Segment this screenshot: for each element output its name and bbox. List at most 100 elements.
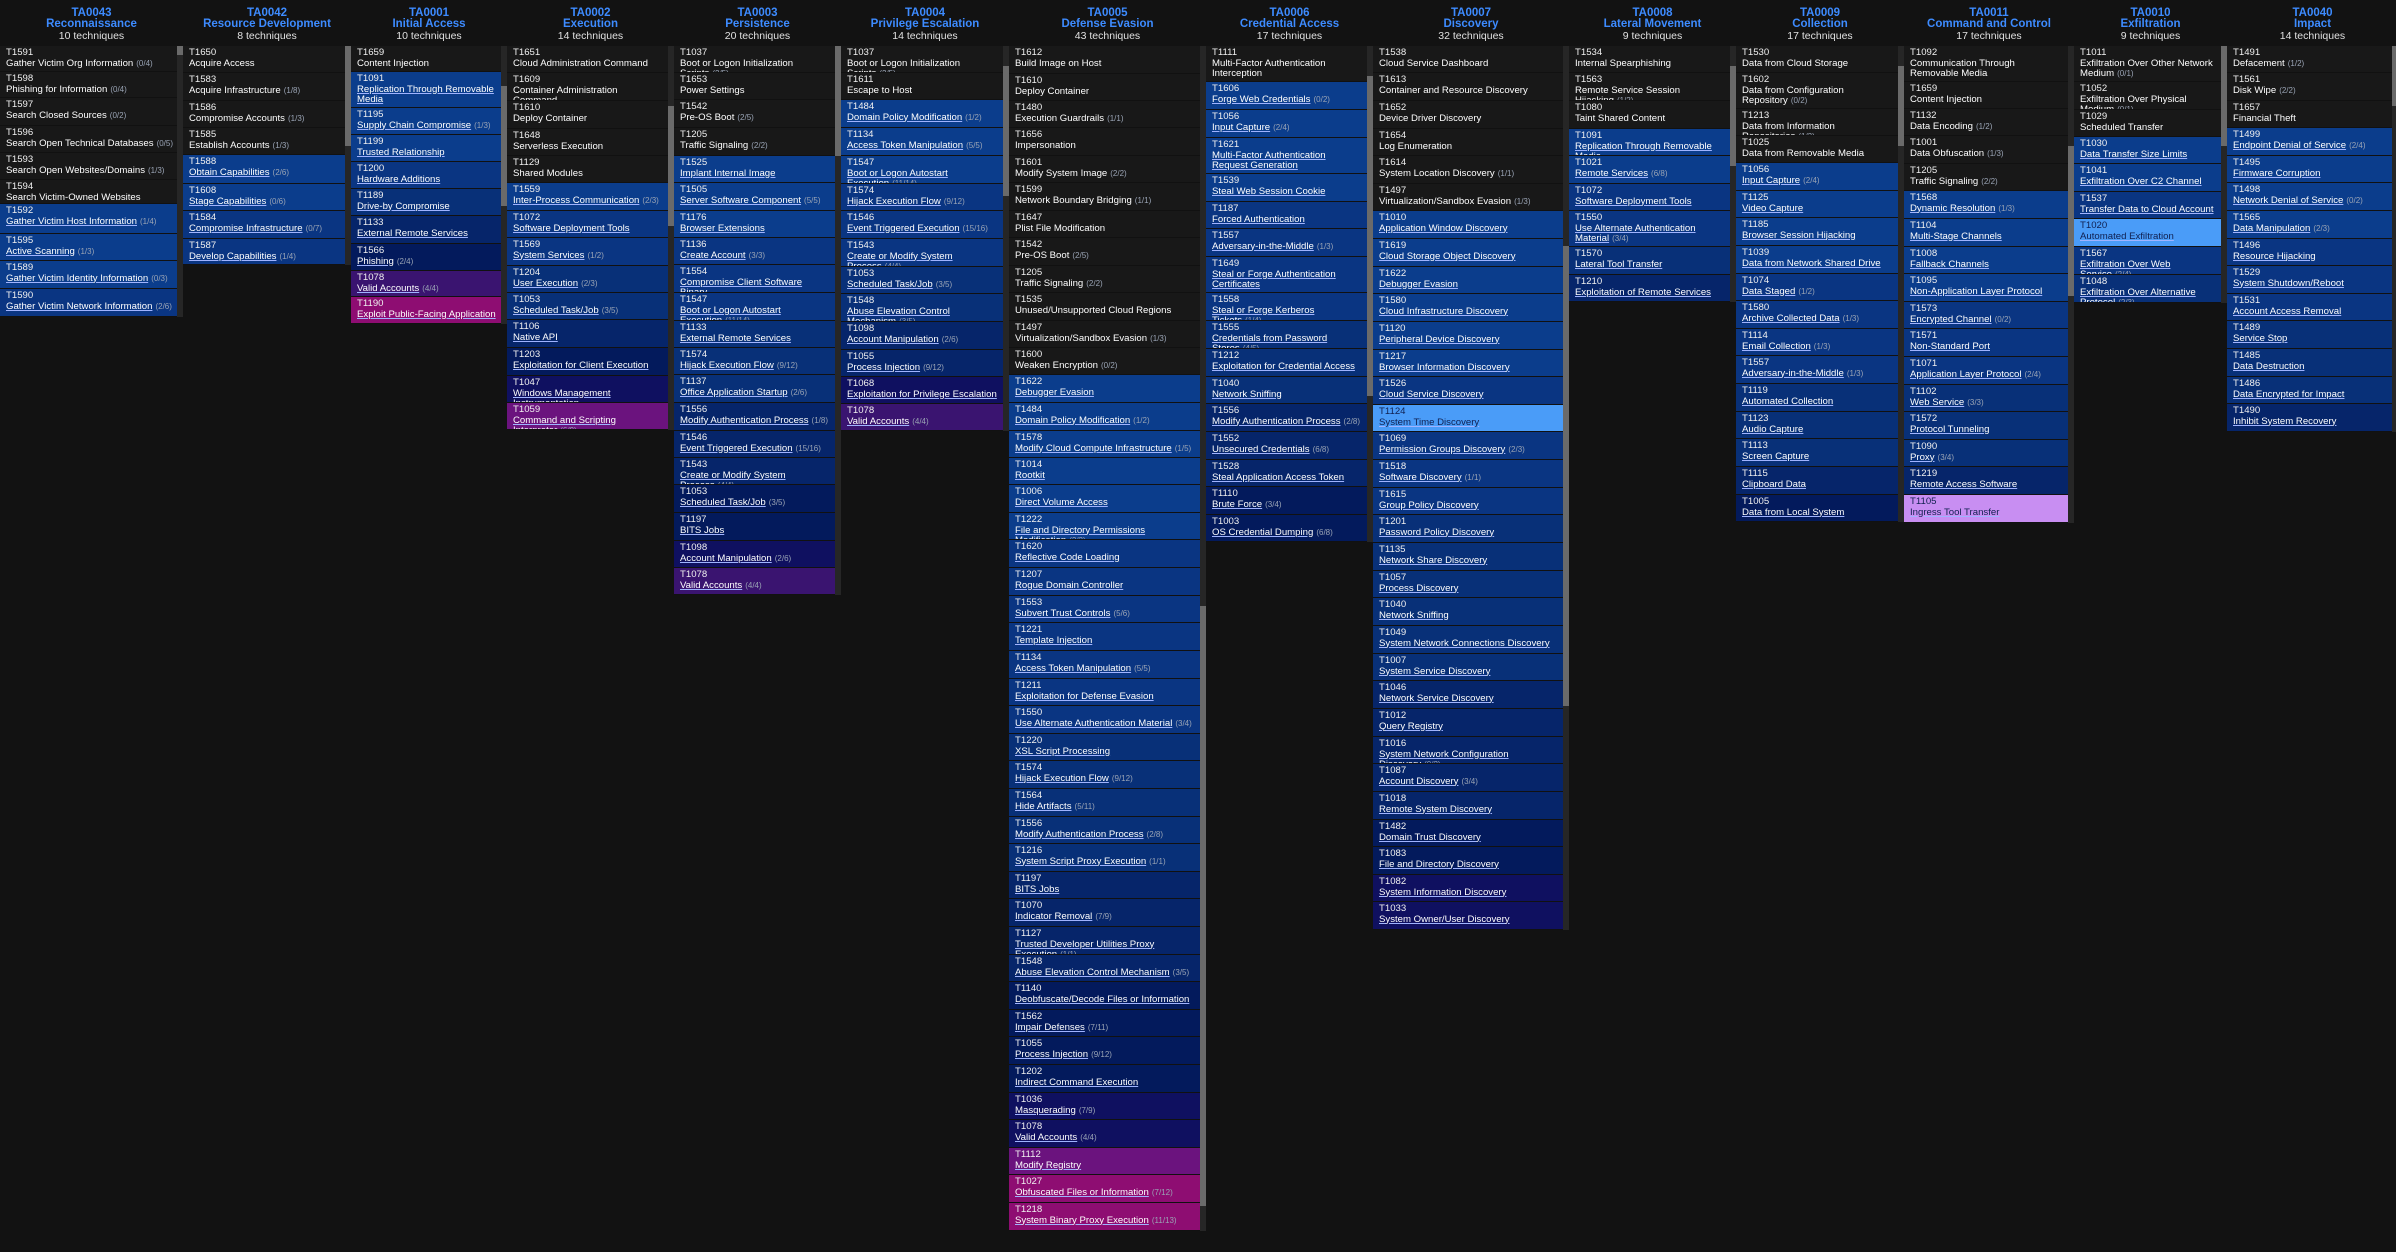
technique-cell[interactable]: T1202 Indirect Command Execution [1009,1065,1200,1093]
technique-cell[interactable]: T1056 Input Capture (2/4) [1736,163,1898,191]
technique-cell[interactable]: T1602 Data from Configuration Repository(… [1736,73,1898,109]
technique-cell[interactable]: T1012 Query Registry [1373,709,1563,737]
scrollbar-thumb[interactable] [1563,246,1569,706]
technique-cell[interactable]: T1585 Establish Accounts (1/3) [183,128,345,155]
technique-cell[interactable]: T1010 Application Window Discovery [1373,211,1563,239]
technique-cell[interactable]: T1199 Trusted Relationship [351,135,501,162]
technique-cell[interactable]: T1187 Forced Authentication [1206,202,1367,229]
scrollbar-thumb[interactable] [1003,66,1009,196]
technique-cell[interactable]: T1550 Use Alternate Authentication Materi… [1009,706,1200,734]
technique-cell[interactable]: T1568 Dynamic Resolution (1/3) [1904,191,2068,219]
column-scrollbar[interactable] [501,46,507,324]
tactic-header[interactable]: TA0006 Credential Access 17 techniques [1206,0,1373,46]
technique-cell[interactable]: T1552 Unsecured Credentials (6/8) [1206,432,1367,460]
technique-cell[interactable]: T1140 Deobfuscate/Decode Files or Informa… [1009,982,1200,1010]
technique-cell[interactable]: T1562 Impair Defenses (7/11) [1009,1010,1200,1037]
technique-cell[interactable]: T1498 Network Denial of Service (0/2) [2227,183,2392,211]
technique-cell[interactable]: T1090 Proxy (3/4) [1904,440,2068,467]
technique-cell[interactable]: T1205 Traffic Signaling (2/2) [1904,164,2068,191]
technique-cell[interactable]: T1557 Adversary-in-the-Middle (1/3) [1206,229,1367,257]
technique-cell[interactable]: T1104 Multi-Stage Channels [1904,219,2068,247]
technique-cell[interactable]: T1570 Lateral Tool Transfer [1569,247,1730,275]
technique-cell[interactable]: T1217 Browser Information Discovery [1373,350,1563,377]
technique-cell[interactable]: T1091Replication Through Removable Media [351,72,501,108]
technique-cell[interactable]: T1025 Data from Removable Media [1736,136,1898,163]
column-scrollbar[interactable] [2221,46,2227,303]
technique-cell[interactable]: T1021 Remote Services (6/8) [1569,156,1730,184]
technique-cell[interactable]: T1047Windows Management Instrumentation [507,376,668,403]
technique-cell[interactable]: T1599 Network Boundary Bridging (1/1) [1009,183,1200,211]
technique-cell[interactable]: T1078 Valid Accounts (4/4) [841,404,1003,431]
technique-cell[interactable]: T1518 Software Discovery (1/1) [1373,460,1563,488]
technique-cell[interactable]: T1556 Modify Authentication Process (1/8) [674,403,835,431]
technique-cell[interactable]: T1200 Hardware Additions [351,162,501,189]
technique-cell[interactable]: T1611 Escape to Host [841,73,1003,100]
column-scrollbar[interactable] [835,46,841,595]
column-scrollbar[interactable] [1367,46,1373,542]
scrollbar-thumb[interactable] [1898,66,1904,146]
tactic-header[interactable]: TA0043 Reconnaissance 10 techniques [0,0,183,46]
technique-cell[interactable]: T1622 Debugger Evasion [1373,267,1563,294]
technique-cell[interactable]: T1538 Cloud Service Dashboard [1373,46,1563,73]
technique-cell[interactable]: T1078 Valid Accounts (4/4) [1009,1120,1200,1148]
column-scrollbar[interactable] [2068,46,2074,523]
technique-cell[interactable]: T1586 Compromise Accounts (1/3) [183,101,345,128]
technique-cell[interactable]: T1014 Rootkit [1009,458,1200,485]
technique-cell[interactable]: T1619 Cloud Storage Object Discovery [1373,239,1563,267]
technique-cell[interactable]: T1542 Pre-OS Boot (2/5) [674,100,835,128]
technique-cell[interactable]: T1005 Data from Local System [1736,495,1898,522]
technique-cell[interactable]: T1134 Access Token Manipulation (5/5) [1009,651,1200,679]
technique-cell[interactable]: T1534 Internal Spearphishing [1569,46,1730,73]
tactic-header[interactable]: TA0009 Collection 17 techniques [1736,0,1904,46]
technique-cell[interactable]: T1612 Build Image on Host [1009,46,1200,74]
technique-cell[interactable]: T1659 Content Injection [1904,82,2068,109]
technique-cell[interactable]: T1620 Reflective Code Loading [1009,540,1200,568]
tactic-header[interactable]: TA0001 Initial Access 10 techniques [351,0,507,46]
technique-cell[interactable]: T1036 Masquerading (7/9) [1009,1093,1200,1120]
technique-cell[interactable]: T1556 Modify Authentication Process (2/8) [1009,817,1200,844]
technique-cell[interactable]: T1207 Rogue Domain Controller [1009,568,1200,596]
technique-cell[interactable]: T1055 Process Injection (9/12) [1009,1037,1200,1065]
tactic-header[interactable]: TA0010 Exfiltration 9 techniques [2074,0,2227,46]
technique-cell[interactable]: T1056 Input Capture (2/4) [1206,110,1367,138]
technique-cell[interactable]: T1497 Virtualization/Sandbox Evasion (1/3) [1373,184,1563,211]
technique-cell[interactable]: T1569 System Services (1/2) [507,238,668,266]
technique-cell[interactable]: T1542 Pre-OS Boot (2/5) [1009,238,1200,266]
technique-cell[interactable]: T1029 Scheduled Transfer [2074,110,2221,137]
technique-cell[interactable]: T1082 System Information Discovery [1373,875,1563,902]
technique-cell[interactable]: T1480 Execution Guardrails (1/1) [1009,101,1200,128]
technique-cell[interactable]: T1197 BITS Jobs [674,513,835,541]
technique-cell[interactable]: T1211 Exploitation for Defense Evasion [1009,679,1200,706]
technique-cell[interactable]: T1136 Create Account (3/3) [674,238,835,265]
technique-cell[interactable]: T1557 Adversary-in-the-Middle (1/3) [1736,356,1898,384]
technique-cell[interactable]: T1654 Log Enumeration [1373,129,1563,156]
technique-cell[interactable]: T1072 Software Deployment Tools [507,211,668,238]
technique-cell[interactable]: T1553 Subvert Trust Controls (5/6) [1009,596,1200,623]
technique-cell[interactable]: T1482 Domain Trust Discovery [1373,820,1563,847]
technique-cell[interactable]: T1591 Gather Victim Org Information (0/4) [0,46,177,72]
technique-cell[interactable]: T1072 Software Deployment Tools [1569,184,1730,211]
technique-cell[interactable]: T1127 Trusted Developer Utilities Proxy E… [1009,927,1200,955]
tactic-header[interactable]: TA0008 Lateral Movement 9 techniques [1569,0,1736,46]
technique-cell[interactable]: T1095 Non-Application Layer Protocol [1904,274,2068,302]
scrollbar-thumb[interactable] [2221,46,2227,146]
technique-cell[interactable]: T1053 Scheduled Task/Job (3/5) [841,267,1003,294]
technique-cell[interactable]: T1530 Data from Cloud Storage [1736,46,1898,73]
scrollbar-thumb[interactable] [501,86,507,206]
technique-cell[interactable]: T1485 Data Destruction [2227,349,2392,377]
technique-cell[interactable]: T1595 Active Scanning (1/3) [0,234,177,261]
technique-cell[interactable]: T1040 Network Sniffing [1206,377,1367,404]
technique-cell[interactable]: T1621 Multi-Factor Authentication Request… [1206,138,1367,174]
technique-cell[interactable]: T1572 Protocol Tunneling [1904,412,2068,440]
tactic-header[interactable]: TA0003 Persistence 20 techniques [674,0,841,46]
column-scrollbar[interactable] [2392,46,2396,432]
column-scrollbar[interactable] [177,46,183,317]
scrollbar-thumb[interactable] [1200,606,1206,1206]
technique-cell[interactable]: T1190 Exploit Public-Facing Application [351,297,501,324]
technique-cell[interactable]: T1091Replication Through Removable Media [1569,129,1730,156]
technique-cell[interactable]: T1566 Phishing (2/4) [351,244,501,271]
technique-cell[interactable]: T1548 Abuse Elevation Control Mechanism (3… [1009,955,1200,982]
technique-cell[interactable]: T1563 Remote Service Session Hijacking (1/… [1569,73,1730,101]
technique-cell[interactable]: T1222File and Directory Permissions Modi… [1009,513,1200,540]
technique-cell[interactable]: T1613 Container and Resource Discovery [1373,73,1563,101]
